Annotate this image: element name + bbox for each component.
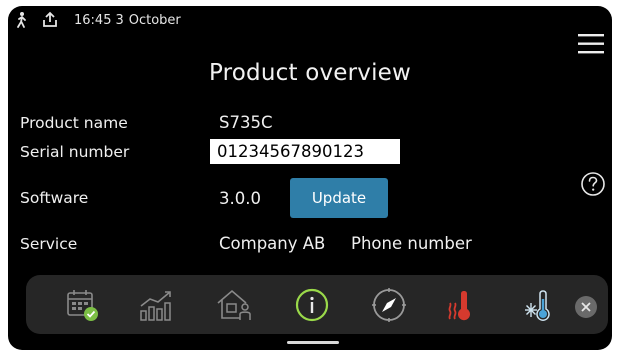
compass-icon[interactable] bbox=[361, 275, 417, 334]
heating-thermometer-icon[interactable] bbox=[436, 275, 492, 334]
calendar-check-icon[interactable] bbox=[54, 275, 110, 334]
bar-chart-icon[interactable] bbox=[128, 275, 184, 334]
service-label: Service bbox=[20, 235, 78, 253]
software-version: 3.0.0 bbox=[219, 189, 261, 208]
help-circle-icon[interactable] bbox=[580, 171, 606, 197]
active-tab-indicator bbox=[287, 341, 339, 344]
software-label: Software bbox=[20, 189, 89, 207]
upload-icon bbox=[40, 11, 60, 29]
house-person-icon[interactable] bbox=[206, 275, 262, 334]
status-month: October bbox=[128, 12, 181, 28]
product-name-label: Product name bbox=[20, 114, 128, 132]
status-bar: 16:45 3 October bbox=[8, 6, 181, 34]
info-icon[interactable] bbox=[284, 275, 340, 334]
bottom-dock bbox=[26, 275, 608, 334]
service-phone: Phone number bbox=[351, 234, 472, 253]
serial-number-label: Serial number bbox=[20, 143, 130, 161]
update-button[interactable]: Update bbox=[290, 178, 388, 218]
hamburger-menu-icon[interactable] bbox=[576, 32, 606, 56]
cooling-thermometer-icon[interactable] bbox=[513, 275, 569, 334]
status-time: 16:45 bbox=[74, 12, 112, 28]
product-name-value: S735C bbox=[219, 113, 273, 132]
serial-number-value: 01234567890123 bbox=[210, 139, 400, 164]
status-day: 3 bbox=[115, 12, 124, 28]
page-title: Product overview bbox=[208, 60, 412, 86]
close-icon[interactable] bbox=[575, 296, 597, 318]
service-company: Company AB bbox=[219, 234, 326, 253]
person-walking-icon bbox=[12, 11, 32, 29]
